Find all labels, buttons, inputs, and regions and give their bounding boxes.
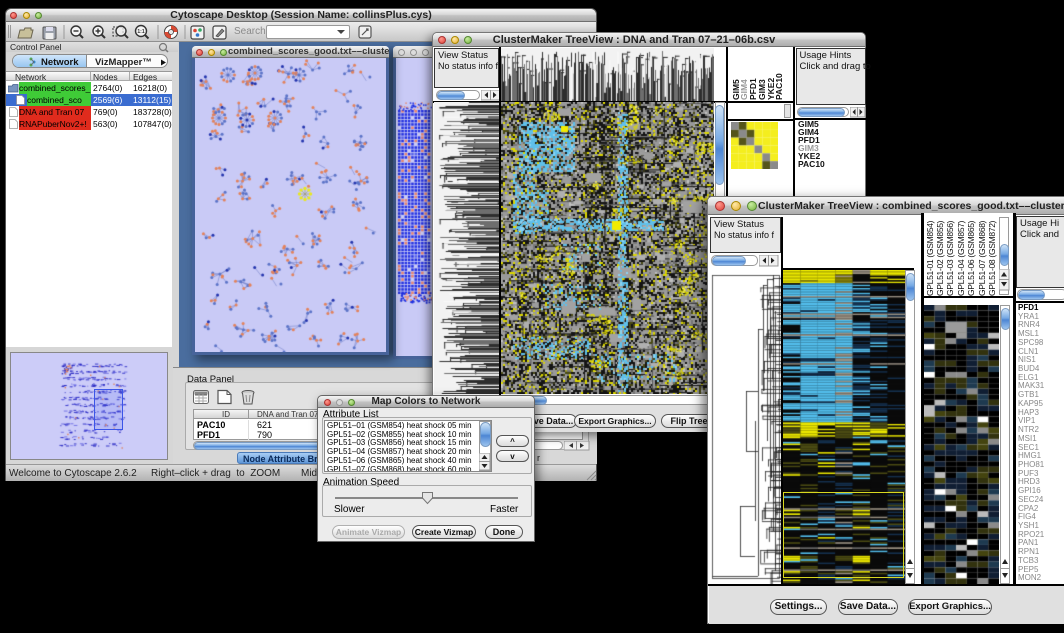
- svg-text:1:1: 1:1: [137, 29, 144, 35]
